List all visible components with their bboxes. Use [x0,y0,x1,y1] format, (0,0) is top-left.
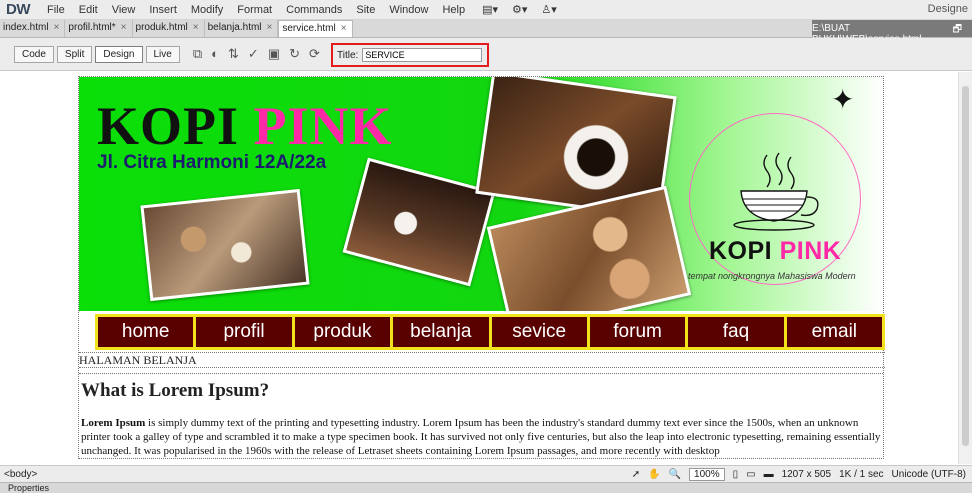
split-view-button[interactable]: Split [56,45,93,63]
close-icon[interactable]: × [121,22,127,37]
tab-produk[interactable]: produk.html × [133,20,205,37]
code-view-button[interactable]: Code [14,45,54,63]
menu-insert[interactable]: Insert [142,4,184,16]
tablet-size-icon[interactable]: ▭ [746,469,755,480]
brand-word-black: KOPI [97,96,240,156]
tab-label: service.html [282,23,336,34]
nav-belanja[interactable]: belanja [393,317,489,347]
mobile-size-icon[interactable]: ▯ [733,469,739,480]
para-bold: Lorem Ipsum [81,417,146,429]
preview-browser-icon[interactable]: ◐ [211,46,219,62]
tab-service[interactable]: service.html × [278,20,353,37]
live-view-button[interactable]: Live [145,45,180,63]
hand-tool-icon[interactable]: ✋ [648,469,660,480]
nav-service[interactable]: sevice [491,317,587,347]
document-tabs: index.html × profil.html* × produk.html × b… [0,20,972,45]
nav-bar: home profil produk belanja sevice forum … [95,314,885,350]
site-icon[interactable]: ♙▾ [541,3,556,16]
section-label: HALAMAN BELANJA [79,352,885,368]
status-bar: <body> ➚ ✋ 🔍 100% ▯ ▭ ▬ 1207 x 505 1K / … [0,465,972,482]
restore-icon[interactable]: 🗗 [953,22,962,39]
article-heading: What is Lorem Ipsum? [81,380,270,401]
refresh-design-icon[interactable]: ⟳ [309,46,320,62]
tab-label: index.html [3,22,49,33]
close-icon[interactable]: × [54,22,60,37]
nav-email[interactable]: email [786,317,882,347]
close-icon[interactable]: × [193,22,199,37]
tab-profil[interactable]: profil.html* × [65,20,133,37]
close-icon[interactable]: × [267,22,273,37]
file-management-icon[interactable]: ⇅ [228,46,239,62]
encoding: Unicode (UTF-8) [891,469,966,480]
logo-word-black: KOPI [709,237,773,265]
properties-panel-header[interactable]: Properties [0,482,972,493]
brand-word-pink: PINK [253,96,393,156]
nav-forum[interactable]: forum [589,317,686,347]
tabbar-path-area: E:\BUAT BUKU\WEB\service.html 🗗 [812,20,972,45]
tab-index[interactable]: index.html × [0,20,66,37]
vertical-scrollbar[interactable] [958,72,972,464]
w3c-validation-icon[interactable]: ✓ [248,46,259,62]
nav-home[interactable]: home [98,317,194,347]
coffee-friends-photo [140,188,310,302]
logo-word-pink: PINK [779,237,842,265]
coffee-beans-cup-photo [342,157,496,287]
multiscreen-icon[interactable]: ⧉ [193,46,202,62]
tab-belanja[interactable]: belanja.html × [205,20,279,37]
menu-window[interactable]: Window [382,4,435,16]
title-highlight: Title: [331,43,489,67]
title-label: Title: [337,49,359,61]
select-tool-icon[interactable]: ➚ [632,469,640,480]
menu-edit[interactable]: Edit [72,4,105,16]
tagline: tempat nongkrongnya Mahasiswa Modern [688,271,856,281]
para-text: is simply dummy text of the printing and… [81,417,881,457]
menu-modify[interactable]: Modify [184,4,230,16]
sparkle-icon: ✦ [831,84,855,115]
brand-title: KOPI PINK [97,95,393,157]
scroll-thumb[interactable] [962,86,969,446]
menu-view[interactable]: View [105,4,143,16]
menu-help[interactable]: Help [435,4,472,16]
close-icon[interactable]: × [341,23,347,37]
window-size[interactable]: 1207 x 505 [782,469,832,480]
nav-faq[interactable]: faq [688,317,784,347]
nav-produk[interactable]: produk [294,317,391,347]
refresh-icon[interactable]: ↻ [289,46,300,62]
menu-file[interactable]: File [40,4,72,16]
address-text: Jl. Citra Harmoni 12A/22a [97,152,327,173]
download-size: 1K / 1 sec [839,469,884,480]
menu-format[interactable]: Format [230,4,279,16]
tab-label: profil.html* [68,22,116,33]
visual-aids-icon[interactable]: ▣ [268,46,280,62]
menu-commands[interactable]: Commands [279,4,349,16]
layout-icon[interactable]: ▤▾ [482,3,498,16]
tag-selector[interactable]: <body> [4,469,37,480]
title-input[interactable] [362,48,483,62]
zoom-select[interactable]: 100% [689,468,725,481]
zoom-tool-icon[interactable]: 🔍 [669,469,681,480]
article-paragraph: Lorem Ipsum is simply dummy text of the … [81,416,881,458]
logo-brand: KOPI PINK [709,237,841,266]
menu-site[interactable]: Site [349,4,382,16]
desktop-size-icon[interactable]: ▬ [764,469,774,480]
document-toolbar: Code Split Design Live ⧉ ◐ ⇅ ✓ ▣ ↻ ⟳ Tit… [0,38,972,71]
design-canvas[interactable]: KOPI PINK Jl. Citra Harmoni 12A/22a ✦ KO… [0,72,958,464]
page-container: KOPI PINK Jl. Citra Harmoni 12A/22a ✦ KO… [78,76,885,459]
nav-profil[interactable]: profil [196,317,292,347]
tab-label: belanja.html [207,22,262,33]
tab-label: produk.html [135,22,188,33]
workspace-switcher[interactable]: Designe [928,3,968,15]
app-logo: DW [6,1,31,18]
gear-icon[interactable]: ⚙▾ [512,3,527,16]
latte-art-photo [486,185,692,311]
article: What is Lorem Ipsum? Lorem Ipsum is simp… [79,374,883,458]
menu-bar: DW File Edit View Insert Modify Format C… [0,0,972,20]
banner: KOPI PINK Jl. Citra Harmoni 12A/22a ✦ KO… [79,77,883,311]
coffee-cup-icon [733,152,819,231]
design-view-button[interactable]: Design [95,45,143,63]
